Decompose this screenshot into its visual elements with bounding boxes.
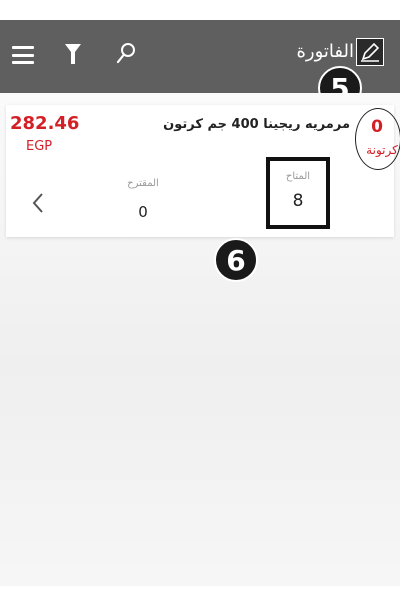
menu-icon[interactable] [12,46,34,64]
quantity-value[interactable]: 0 [367,117,387,137]
edit-invoice-icon[interactable] [356,38,384,66]
quantity-unit: كرتونة [366,143,398,157]
product-name: مرمريه ريجينا 400 جم كرتون [163,117,350,132]
annotation-marker-6: 6 [214,238,258,282]
filter-icon[interactable] [65,44,81,64]
suggested-value: 0 [138,203,148,221]
item-currency: EGP [26,139,53,154]
invoice-content: 282.46 EGP مرمريه ريجينا 400 جم كرتون 0 … [0,93,400,586]
search-icon[interactable] [116,42,136,64]
available-stock-box: المتاح 8 [266,157,330,229]
invoice-item-card[interactable]: 282.46 EGP مرمريه ريجينا 400 جم كرتون 0 … [6,105,400,237]
page-title: الفاتورة [296,41,354,62]
suggested-label: المقترح [127,178,159,189]
available-value: 8 [292,191,304,211]
available-label: المتاح [285,171,311,182]
item-price: 282.46 [10,113,80,134]
chevron-left-icon[interactable] [30,191,46,215]
